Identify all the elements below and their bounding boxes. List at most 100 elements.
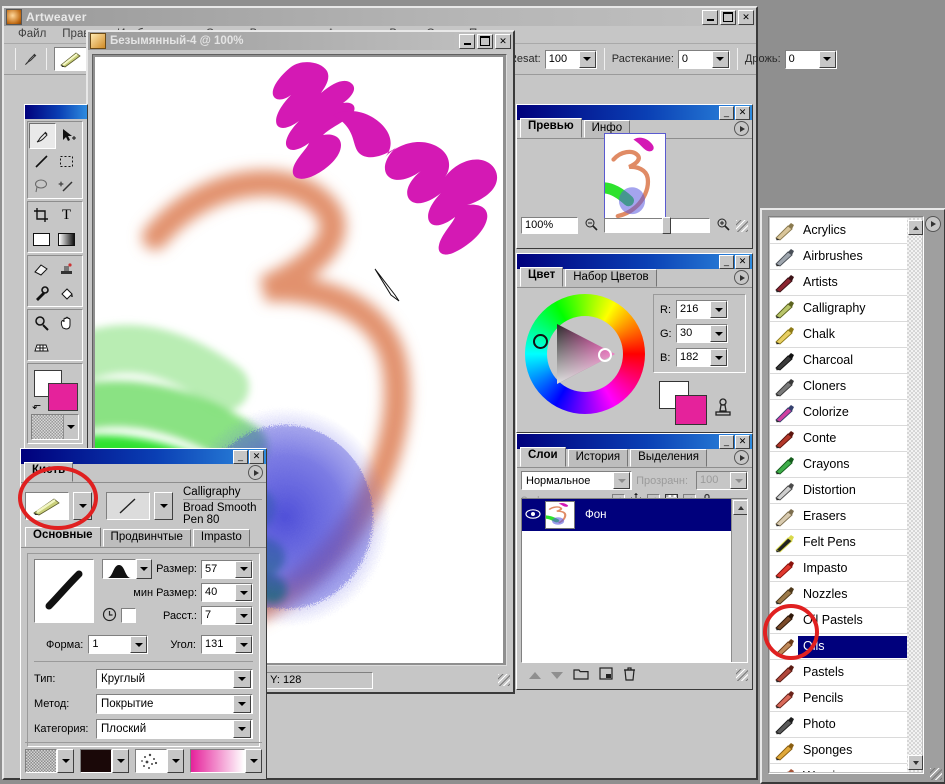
document-maximize-button[interactable] bbox=[477, 33, 493, 49]
zoom-out-icon[interactable] bbox=[584, 217, 598, 234]
b-combo[interactable]: 182 bbox=[676, 348, 728, 367]
brush-category-item-warping[interactable]: Warping bbox=[770, 764, 907, 772]
brush-size-dropdown-arrow[interactable] bbox=[235, 560, 252, 578]
document-close-button[interactable]: ✕ bbox=[495, 33, 511, 49]
gradient-picker[interactable] bbox=[190, 749, 262, 773]
brush-category-item-airbrushes[interactable]: Airbrushes bbox=[770, 244, 907, 270]
brush-category-item-oil-pastels[interactable]: Oil Pastels bbox=[770, 608, 907, 634]
scroll-down-arrow[interactable] bbox=[908, 755, 923, 770]
panel-menu-icon[interactable] bbox=[734, 270, 749, 285]
saturation-marker[interactable] bbox=[598, 348, 612, 362]
tab-color-set[interactable]: Набор Цветов bbox=[565, 269, 657, 287]
brush-tool-indicator-icon[interactable] bbox=[23, 51, 39, 67]
diagonal-stroke-icon[interactable] bbox=[106, 492, 150, 520]
primary-color-swatch[interactable] bbox=[675, 395, 707, 425]
brush-min-size-combo[interactable]: 40 bbox=[201, 583, 253, 602]
tab-preview[interactable]: Превью bbox=[520, 118, 582, 138]
b-dropdown-arrow[interactable] bbox=[710, 349, 727, 366]
brush-min-size-dropdown-arrow[interactable] bbox=[235, 584, 252, 601]
layer-visibility-icon[interactable] bbox=[525, 508, 541, 523]
hue-marker[interactable] bbox=[533, 334, 548, 349]
layer-list[interactable]: Фон bbox=[521, 498, 748, 663]
brush-categories-list[interactable]: Acrylics Airbrushes Artists Calligraphy Chal… bbox=[770, 218, 907, 772]
noise-dropdown-arrow[interactable] bbox=[167, 749, 184, 773]
brush-category-item-sponges[interactable]: Sponges bbox=[770, 738, 907, 764]
panel-menu-icon[interactable] bbox=[248, 465, 263, 480]
gradient-dropdown-arrow[interactable] bbox=[245, 749, 262, 773]
color-close-button[interactable]: ✕ bbox=[735, 254, 750, 269]
brush-category-item-photo[interactable]: Photo bbox=[770, 712, 907, 738]
layer-list-scrollbar[interactable] bbox=[731, 499, 747, 662]
scroll-up-arrow[interactable] bbox=[733, 500, 747, 515]
tool-palette-title-bar[interactable] bbox=[25, 105, 87, 119]
minimize-button[interactable] bbox=[702, 9, 718, 25]
brush-category-item-pencils[interactable]: Pencils bbox=[770, 686, 907, 712]
paper-texture-dropdown-arrow[interactable] bbox=[63, 415, 78, 439]
perspective-grid-tool[interactable] bbox=[29, 335, 54, 359]
magic-wand-tool[interactable] bbox=[54, 173, 79, 197]
color-wheel[interactable] bbox=[525, 294, 645, 414]
pattern-dropdown-arrow[interactable] bbox=[112, 749, 129, 773]
brush-subcategory-dropdown-arrow[interactable] bbox=[233, 720, 251, 738]
brush-tool[interactable] bbox=[29, 123, 56, 149]
resat-dropdown-arrow[interactable] bbox=[578, 50, 596, 68]
brush-category-item-pastels[interactable]: Pastels bbox=[770, 660, 907, 686]
layers-close-button[interactable]: ✕ bbox=[735, 434, 750, 449]
g-combo[interactable]: 30 bbox=[676, 324, 728, 343]
preview-zoom-slider[interactable] bbox=[604, 217, 710, 234]
preview-zoom-value[interactable]: 100% bbox=[521, 217, 578, 234]
menu-item-file[interactable]: Файл bbox=[10, 27, 54, 42]
text-tool[interactable]: T bbox=[54, 203, 79, 227]
panel-menu-icon[interactable] bbox=[734, 121, 749, 136]
panel-menu-icon[interactable] bbox=[925, 216, 941, 232]
brush-type-select[interactable]: Круглый bbox=[96, 669, 253, 689]
app-title-bar[interactable]: Artweaver ✕ bbox=[4, 8, 756, 26]
move-tool[interactable] bbox=[56, 123, 81, 147]
document-title-bar[interactable]: Безымянный-4 @ 100% ✕ bbox=[88, 32, 513, 50]
calligraphy-pen-icon[interactable] bbox=[25, 492, 69, 520]
noise-picker[interactable] bbox=[135, 749, 184, 773]
brush-category-dropdown-arrow[interactable] bbox=[73, 492, 92, 520]
tab-basic[interactable]: Основные bbox=[25, 527, 101, 547]
brush-category-item-artists[interactable]: Artists bbox=[770, 270, 907, 296]
brush-category-item-cloners[interactable]: Cloners bbox=[770, 374, 907, 400]
tab-layers[interactable]: Слои bbox=[520, 447, 566, 467]
preview-thumbnail[interactable] bbox=[603, 133, 666, 223]
g-dropdown-arrow[interactable] bbox=[710, 325, 727, 342]
scroll-up-arrow[interactable] bbox=[908, 220, 923, 235]
tab-advanced[interactable]: Продвинчтые bbox=[102, 529, 191, 547]
brush-category-item-distortion[interactable]: Distortion bbox=[770, 478, 907, 504]
brush-categories-scrollbar[interactable] bbox=[907, 218, 923, 772]
grain-texture-dropdown-arrow[interactable] bbox=[57, 749, 74, 773]
brush-variant-dropdown-arrow[interactable] bbox=[154, 492, 173, 520]
new-layer-icon[interactable] bbox=[599, 667, 613, 683]
jitter-combo[interactable]: 0 bbox=[784, 49, 837, 69]
brush-subcategory-select[interactable]: Плоский bbox=[96, 719, 253, 739]
brush-category-item-nozzles[interactable]: Nozzles bbox=[770, 582, 907, 608]
color-stamp-icon[interactable] bbox=[713, 398, 733, 423]
swap-colors-icon[interactable]: ⬐ bbox=[32, 399, 41, 412]
blend-mode-select[interactable]: Нормальное bbox=[521, 471, 633, 490]
tab-color[interactable]: Цвет bbox=[520, 267, 564, 287]
timing-clock-icon[interactable] bbox=[102, 607, 117, 625]
close-button[interactable]: ✕ bbox=[738, 9, 754, 25]
resat-combo[interactable]: 100 bbox=[544, 49, 597, 69]
lower-layer-icon[interactable] bbox=[551, 671, 563, 679]
bleed-combo[interactable]: 0 bbox=[677, 49, 730, 69]
brush-category-item-oils[interactable]: Oils bbox=[770, 634, 907, 660]
tab-history[interactable]: История bbox=[567, 449, 629, 467]
brush-category-item-charcoal[interactable]: Charcoal bbox=[770, 348, 907, 374]
crop-tool[interactable] bbox=[29, 203, 54, 227]
brush-category-item-crayons[interactable]: Crayons bbox=[770, 452, 907, 478]
panel-menu-icon[interactable] bbox=[734, 450, 749, 465]
brush-spacing-dropdown-arrow[interactable] bbox=[235, 607, 252, 624]
brush-profile-dropdown-arrow[interactable] bbox=[136, 559, 153, 579]
fill-rect-tool[interactable] bbox=[29, 227, 54, 251]
color-swatches[interactable]: ⬐ bbox=[32, 370, 78, 412]
table-row[interactable]: Фон bbox=[522, 499, 747, 531]
brush-size-combo[interactable]: 57 bbox=[201, 559, 253, 579]
brush-shape-dropdown-arrow[interactable] bbox=[130, 636, 148, 653]
brush-category-item-calligraphy[interactable]: Calligraphy bbox=[770, 296, 907, 322]
brush-minimize-button[interactable]: _ bbox=[233, 449, 248, 464]
brush-category-item-conte[interactable]: Conte bbox=[770, 426, 907, 452]
